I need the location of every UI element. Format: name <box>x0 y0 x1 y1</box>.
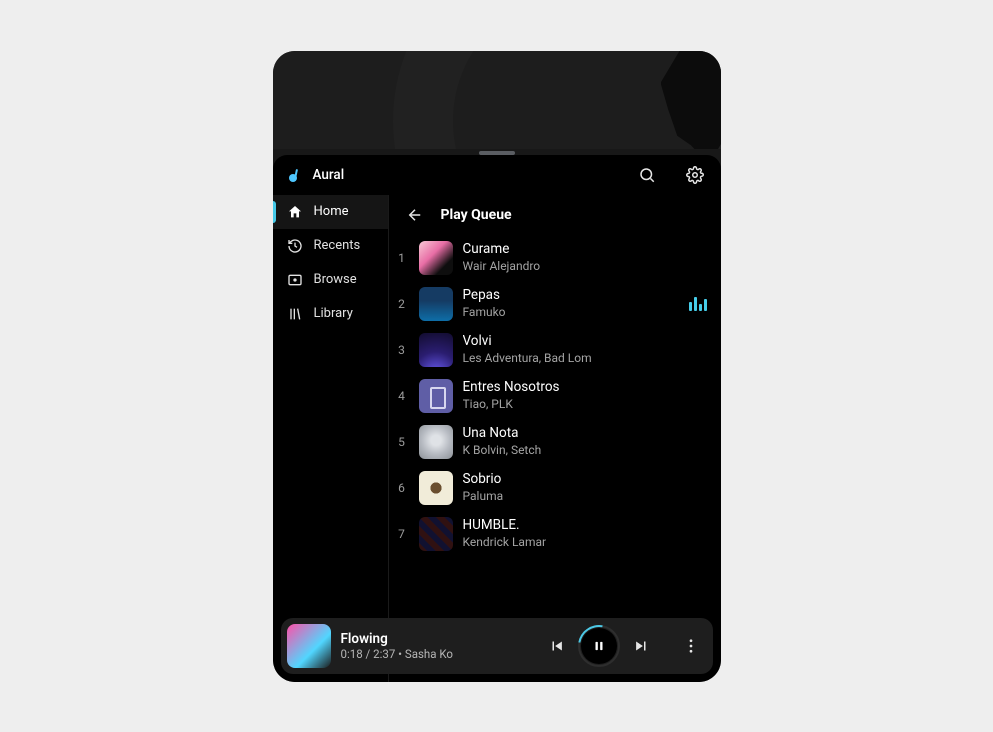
track-index: 2 <box>395 297 409 311</box>
skip-next-icon <box>632 637 650 655</box>
search-icon <box>638 166 656 184</box>
track-row[interactable]: 3 Volvi Les Adventura, Bad Lom <box>395 327 707 373</box>
sidebar-item-library[interactable]: Library <box>273 297 388 331</box>
track-title: Pepas <box>463 287 679 303</box>
album-art <box>419 471 453 505</box>
back-button[interactable] <box>403 203 427 227</box>
next-button[interactable] <box>629 634 653 658</box>
now-playing-art <box>287 624 331 668</box>
track-row[interactable]: 7 HUMBLE. Kendrick Lamar <box>395 511 707 557</box>
track-artist: Tiao, PLK <box>463 396 707 412</box>
track-row[interactable]: 1 Curame Wair Alejandro <box>395 235 707 281</box>
track-artist: Famuko <box>463 304 679 320</box>
track-index: 1 <box>395 251 409 265</box>
play-pause-button[interactable] <box>581 628 617 664</box>
track-title: Entres Nosotros <box>463 379 707 395</box>
track-title: Sobrio <box>463 471 707 487</box>
play-queue-list: 1 Curame Wair Alejandro 2 Pepas Famuko 3… <box>389 233 721 682</box>
track-artist: Les Adventura, Bad Lom <box>463 350 707 366</box>
track-artist: Kendrick Lamar <box>463 534 707 550</box>
album-art <box>419 425 453 459</box>
track-title: HUMBLE. <box>463 517 707 533</box>
home-icon <box>287 204 303 220</box>
track-artist: Paluma <box>463 488 707 504</box>
track-title: Volvi <box>463 333 707 349</box>
sidebar-item-browse[interactable]: Browse <box>273 263 388 297</box>
track-artist: K Bolvin, Setch <box>463 442 707 458</box>
sidebar-item-label: Recents <box>314 238 361 253</box>
skip-previous-icon <box>548 637 566 655</box>
sidebar: Home Recents Browse <box>273 195 389 682</box>
more-button[interactable] <box>679 634 703 658</box>
track-index: 4 <box>395 389 409 403</box>
track-row[interactable]: 6 Sobrio Paluma <box>395 465 707 511</box>
track-row[interactable]: 5 Una Nota K Bolvin, Setch <box>395 419 707 465</box>
track-title: Curame <box>463 241 707 257</box>
album-art <box>419 517 453 551</box>
search-button[interactable] <box>635 163 659 187</box>
sidebar-item-home[interactable]: Home <box>273 195 388 229</box>
background-art <box>273 51 721 149</box>
track-index: 6 <box>395 481 409 495</box>
gear-icon <box>686 166 704 184</box>
sidebar-item-label: Library <box>314 306 353 321</box>
now-playing-subtitle: 0:18 / 2:37 • Sasha Ko <box>341 647 535 661</box>
device-frame: Aural Home <box>273 51 721 682</box>
album-art <box>419 379 453 413</box>
track-artist: Wair Alejandro <box>463 258 707 274</box>
album-art <box>419 333 453 367</box>
previous-button[interactable] <box>545 634 569 658</box>
track-row[interactable]: 4 Entres Nosotros Tiao, PLK <box>395 373 707 419</box>
now-playing-indicator-icon <box>689 297 707 311</box>
library-icon <box>287 306 303 322</box>
progress-ring <box>569 616 627 674</box>
sheet-drag-handle[interactable] <box>479 151 515 155</box>
track-index: 7 <box>395 527 409 541</box>
history-icon <box>287 238 303 254</box>
sidebar-item-label: Browse <box>314 272 357 287</box>
sidebar-item-recents[interactable]: Recents <box>273 229 388 263</box>
album-art <box>419 287 453 321</box>
app-name: Aural <box>313 167 345 183</box>
settings-button[interactable] <box>683 163 707 187</box>
browse-icon <box>287 272 303 288</box>
content-area: Play Queue 1 Curame Wair Alejandro 2 Pep… <box>389 195 721 682</box>
page-title: Play Queue <box>441 207 512 223</box>
top-bar: Aural <box>273 155 721 195</box>
mini-player[interactable]: Flowing 0:18 / 2:37 • Sasha Ko <box>281 618 713 674</box>
app-icon <box>287 167 303 183</box>
sidebar-item-label: Home <box>314 204 349 219</box>
main-panel: Aural Home <box>273 155 721 682</box>
track-index: 3 <box>395 343 409 357</box>
arrow-left-icon <box>406 206 424 224</box>
album-art <box>419 241 453 275</box>
track-title: Una Nota <box>463 425 707 441</box>
track-index: 5 <box>395 435 409 449</box>
more-vert-icon <box>682 637 700 655</box>
track-row[interactable]: 2 Pepas Famuko <box>395 281 707 327</box>
now-playing-title: Flowing <box>341 631 535 647</box>
